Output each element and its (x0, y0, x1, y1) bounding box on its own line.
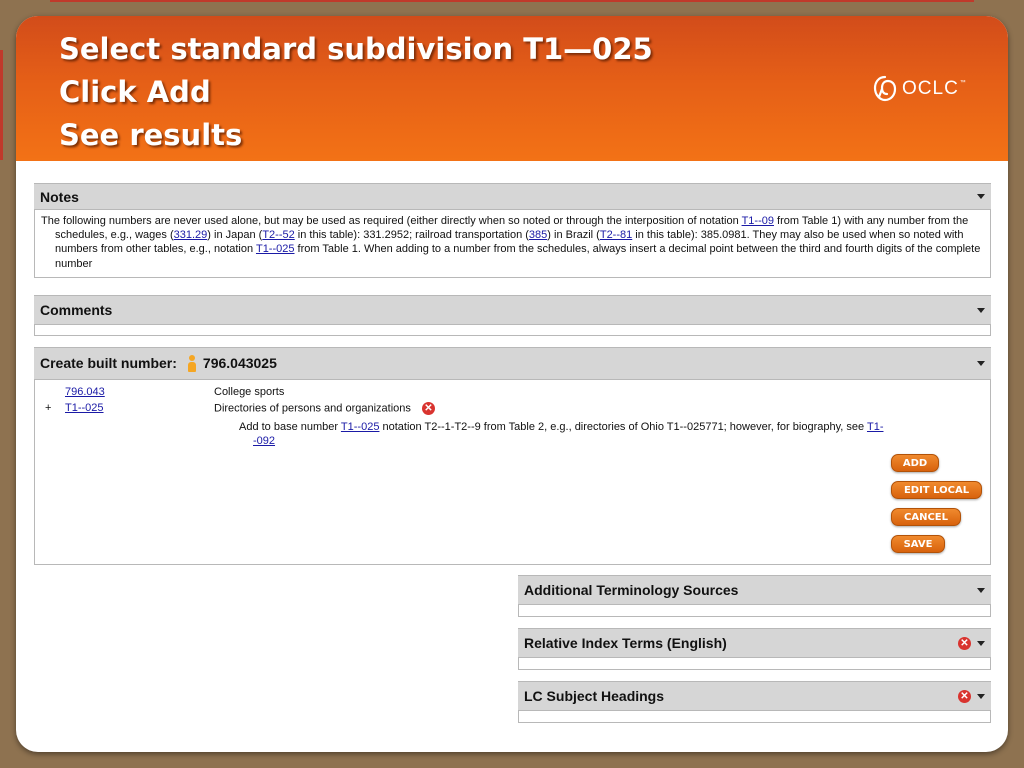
instruction-link-t1-025[interactable]: T1--025 (341, 421, 380, 433)
notes-link-t2-52[interactable]: T2--52 (262, 229, 294, 241)
cancel-button[interactable]: CANCEL (891, 508, 961, 526)
remove-icon[interactable]: ✕ (421, 402, 435, 415)
number-link-796-043[interactable]: 796.043 (65, 386, 105, 398)
notes-header[interactable]: Notes (34, 183, 991, 210)
instruction-text-1: Add to base number (239, 421, 341, 433)
built-number-value: 796.043025 (202, 354, 277, 371)
edit-local-button[interactable]: EDIT LOCAL (891, 481, 982, 499)
notes-link-385[interactable]: 385 (529, 229, 547, 241)
notes-link-331-29[interactable]: 331.29 (174, 229, 208, 241)
add-button[interactable]: ADD (891, 454, 939, 472)
save-button[interactable]: SAVE (891, 535, 945, 553)
person-icon (187, 355, 197, 373)
notes-title: Notes (40, 188, 79, 205)
built-number-body: 796.043 College sports + T1--025 Directo… (34, 380, 991, 565)
lc-subject-title: LC Subject Headings (524, 688, 665, 704)
notes-text-1: The following numbers are never used alo… (41, 215, 742, 227)
comments-header[interactable]: Comments (34, 295, 991, 325)
notes-text-4: in this table): 331.2952; railroad trans… (294, 229, 529, 242)
notes-text-3: ) in Japan ( (207, 229, 263, 242)
instruction-text-2: notation T2--1-T2--9 from Table 2, e.g.,… (379, 421, 867, 433)
built-number-label: Create built number: (40, 354, 177, 371)
top-accent-line (50, 0, 974, 2)
slide-title-line-3: See results (59, 118, 243, 152)
notes-panel: Notes The following numbers are never us… (34, 183, 991, 278)
chevron-down-icon[interactable] (977, 693, 985, 699)
remove-icon[interactable]: ✕ (958, 636, 971, 650)
relative-index-body (518, 658, 991, 670)
slide-header: Select standard subdivision T1—025 Click… (16, 16, 1008, 161)
relative-index-header[interactable]: Relative Index Terms (English) ✕ (518, 628, 991, 658)
logo-text: OCLC (902, 78, 959, 99)
slide-title-line-2: Click Add (59, 75, 211, 109)
row-caption: College sports (214, 386, 285, 398)
comments-panel: Comments (34, 295, 991, 336)
left-accent-bar (0, 50, 3, 160)
lc-subject-body (518, 711, 991, 723)
relative-index-panel: Relative Index Terms (English) ✕ (518, 628, 991, 670)
chevron-down-icon[interactable] (977, 361, 985, 366)
oclc-logo-icon (873, 75, 897, 102)
number-link-t1-025[interactable]: T1--025 (65, 402, 104, 414)
remove-icon[interactable]: ✕ (958, 689, 971, 703)
additional-terminology-body (518, 605, 991, 617)
notes-link-t1-09[interactable]: T1--09 (742, 215, 774, 227)
row-caption: Directories of persons and organizations (214, 402, 411, 415)
built-number-panel: Create built number: 796.043025 796.043 C… (34, 347, 991, 565)
logo-trademark: ™ (959, 80, 966, 86)
oclc-logo: OCLC ™ (872, 74, 966, 104)
chevron-down-icon[interactable] (977, 640, 985, 646)
notes-text-5: ) in Brazil ( (547, 229, 600, 242)
chevron-down-icon[interactable] (977, 194, 985, 199)
row-caption-line: Directories of persons and organizations… (214, 402, 435, 415)
row-prefix: + (45, 402, 52, 414)
additional-terminology-header[interactable]: Additional Terminology Sources (518, 575, 991, 605)
instruction-note: Add to base number T1--025 notation T2--… (239, 420, 998, 448)
additional-terminology-title: Additional Terminology Sources (524, 582, 739, 598)
slide-title: Select standard subdivision T1—025 Click… (59, 28, 653, 157)
relative-index-title: Relative Index Terms (English) (524, 635, 727, 651)
additional-terminology-panel: Additional Terminology Sources (518, 575, 991, 617)
lc-subject-header[interactable]: LC Subject Headings ✕ (518, 681, 991, 711)
notes-link-t1-025[interactable]: T1--025 (256, 243, 295, 255)
comments-body[interactable] (34, 325, 991, 336)
chevron-down-icon[interactable] (977, 307, 985, 313)
comments-title: Comments (40, 302, 113, 318)
slide: Select standard subdivision T1—025 Click… (16, 16, 1008, 752)
slide-title-line-1: Select standard subdivision T1—025 (59, 32, 653, 66)
notes-body: The following numbers are never used alo… (34, 210, 991, 278)
built-number-header-row: Create built number: 796.043025 (40, 355, 971, 373)
notes-paragraph: The following numbers are never used alo… (41, 214, 984, 271)
built-number-header[interactable]: Create built number: 796.043025 (34, 347, 991, 380)
notes-link-t2-81[interactable]: T2--81 (600, 229, 632, 241)
instruction-link-part-2: -092 (253, 435, 276, 447)
lc-subject-panel: LC Subject Headings ✕ (518, 681, 991, 723)
instruction-link-part-1: T1- (866, 421, 884, 433)
chevron-down-icon[interactable] (977, 587, 985, 593)
